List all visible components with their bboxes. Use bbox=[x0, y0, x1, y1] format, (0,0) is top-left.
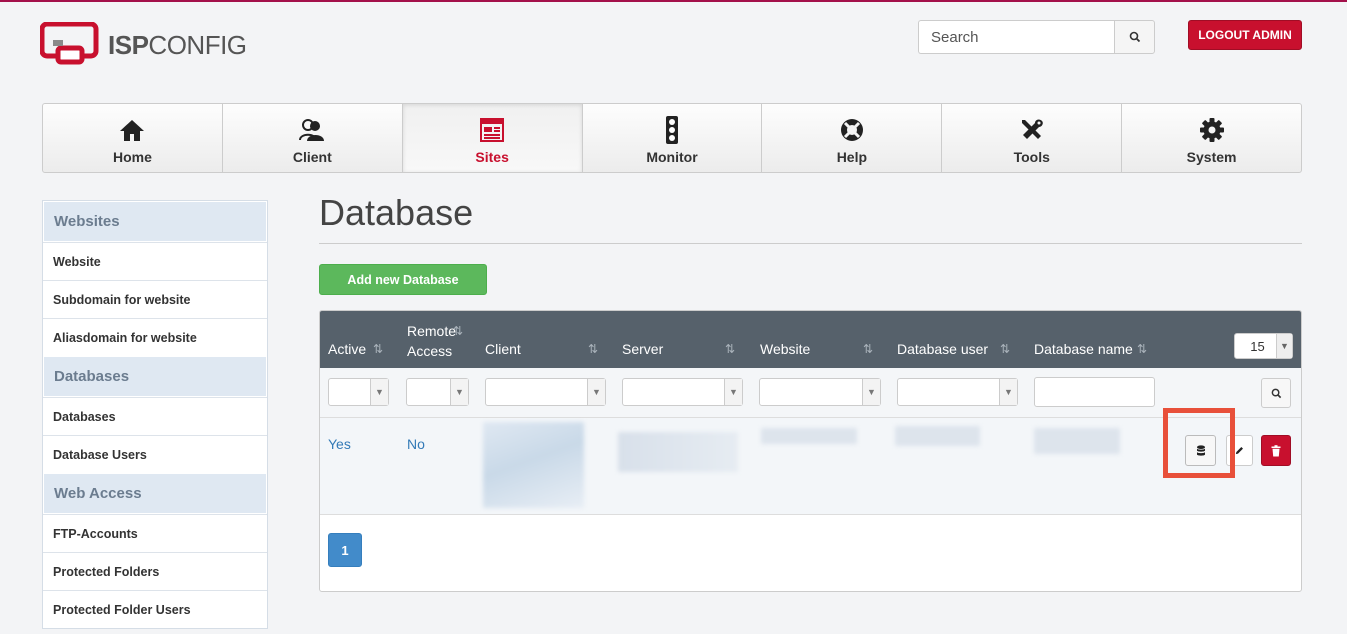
search-bar bbox=[918, 20, 1155, 54]
column-website[interactable]: Website ⇅ bbox=[760, 341, 873, 357]
nav-monitor[interactable]: Monitor bbox=[583, 104, 763, 172]
sidebar-item-protected-folders[interactable]: Protected Folders bbox=[43, 552, 267, 590]
chevron-down-icon: ▼ bbox=[370, 379, 388, 405]
nav-home[interactable]: Home bbox=[43, 104, 223, 172]
redacted-website bbox=[761, 428, 857, 444]
column-server[interactable]: Server ⇅ bbox=[622, 341, 735, 357]
nav-label: Help bbox=[836, 149, 868, 165]
sort-icon: ⇅ bbox=[725, 342, 736, 356]
sidebar-item-subdomain[interactable]: Subdomain for website bbox=[43, 280, 267, 318]
filter-client-select[interactable]: ▼ bbox=[485, 378, 606, 406]
home-icon bbox=[120, 120, 145, 141]
per-page-select[interactable]: 15 ▼ bbox=[1234, 333, 1293, 359]
search-icon bbox=[1271, 388, 1281, 398]
filter-database-user-select[interactable]: ▼ bbox=[897, 378, 1018, 406]
sidebar-header-web-access: Web Access bbox=[43, 473, 267, 514]
table-header: Active ⇅ Remote Access ⇅ Client ⇅ Server… bbox=[320, 311, 1301, 368]
nav-label: Home bbox=[112, 149, 152, 165]
divider bbox=[319, 243, 1302, 244]
sort-icon: ⇅ bbox=[453, 324, 464, 338]
redacted-client bbox=[483, 422, 584, 508]
traffic-light-icon bbox=[666, 116, 678, 144]
column-remote-access[interactable]: Remote Access ⇅ bbox=[407, 321, 463, 361]
logo[interactable]: ISPCONFIG bbox=[40, 22, 247, 68]
chevron-down-icon: ▼ bbox=[450, 379, 468, 405]
sort-icon: ⇅ bbox=[588, 342, 599, 356]
sort-icon: ⇅ bbox=[373, 342, 384, 356]
column-client[interactable]: Client ⇅ bbox=[485, 341, 598, 357]
filter-database-name-input[interactable] bbox=[1034, 377, 1155, 407]
sidebar-item-ftp-accounts[interactable]: FTP-Accounts bbox=[43, 514, 267, 552]
filter-active-select[interactable]: ▼ bbox=[328, 378, 389, 406]
nav-client[interactable]: Client bbox=[223, 104, 403, 172]
add-database-button[interactable]: Add new Database bbox=[319, 264, 487, 295]
sort-icon: ⇅ bbox=[1000, 342, 1011, 356]
search-button[interactable] bbox=[1114, 20, 1155, 54]
logout-button[interactable]: LOGOUT ADMIN bbox=[1188, 20, 1302, 50]
sidebar-item-aliasdomain[interactable]: Aliasdomain for website bbox=[43, 318, 267, 356]
nav-sites[interactable]: Sites bbox=[402, 104, 583, 172]
sidebar-item-databases[interactable]: Databases bbox=[43, 397, 267, 435]
sidebar-item-database-users[interactable]: Database Users bbox=[43, 435, 267, 473]
database-table: Active ⇅ Remote Access ⇅ Client ⇅ Server… bbox=[319, 310, 1302, 592]
redacted-database-name bbox=[1034, 428, 1120, 454]
column-database-name[interactable]: Database name ⇅ bbox=[1034, 341, 1147, 357]
nav-label: System bbox=[1186, 149, 1237, 165]
sort-icon: ⇅ bbox=[863, 342, 874, 356]
redacted-server bbox=[618, 432, 738, 472]
pagination-page-1[interactable]: 1 bbox=[328, 533, 362, 567]
delete-button[interactable] bbox=[1261, 435, 1291, 466]
table-row: Yes No bbox=[320, 418, 1301, 515]
filter-server-select[interactable]: ▼ bbox=[622, 378, 743, 406]
column-database-user[interactable]: Database user ⇅ bbox=[897, 341, 1010, 357]
cell-active[interactable]: Yes bbox=[328, 436, 351, 452]
search-icon bbox=[1129, 31, 1140, 43]
filter-row: ▼ ▼ ▼ ▼ ▼ ▼ bbox=[320, 368, 1301, 418]
nav-label: Client bbox=[292, 149, 332, 165]
highlight-box bbox=[1163, 408, 1235, 478]
tools-icon bbox=[1021, 119, 1043, 139]
pencil-icon bbox=[1235, 447, 1243, 455]
sites-icon bbox=[480, 118, 505, 142]
nav-system[interactable]: System bbox=[1122, 104, 1301, 172]
sidebar-item-protected-folder-users[interactable]: Protected Folder Users bbox=[43, 590, 267, 628]
chevron-down-icon: ▼ bbox=[587, 379, 605, 405]
gear-icon bbox=[1199, 118, 1224, 142]
redacted-database-user bbox=[895, 426, 980, 446]
column-active[interactable]: Active ⇅ bbox=[328, 341, 383, 357]
chevron-down-icon: ▼ bbox=[1276, 334, 1292, 358]
sidebar-header-databases: Databases bbox=[43, 356, 267, 397]
page-title: Database bbox=[319, 192, 474, 233]
filter-search-button[interactable] bbox=[1261, 378, 1291, 408]
trash-icon bbox=[1271, 444, 1281, 456]
nav-help[interactable]: Help bbox=[762, 104, 943, 172]
chevron-down-icon: ▼ bbox=[724, 379, 742, 405]
main-nav: Home Client Sites Monitor Help Tools Sys… bbox=[42, 103, 1302, 173]
sidebar-header-websites: Websites bbox=[43, 201, 267, 242]
nav-label: Tools bbox=[1013, 149, 1050, 165]
chevron-down-icon: ▼ bbox=[862, 379, 880, 405]
cell-remote-access[interactable]: No bbox=[407, 436, 425, 452]
sort-icon: ⇅ bbox=[1137, 342, 1148, 356]
users-icon bbox=[299, 119, 325, 141]
logo-text: ISPCONFIG bbox=[108, 29, 247, 60]
lifebuoy-icon bbox=[840, 119, 863, 141]
chevron-down-icon: ▼ bbox=[999, 379, 1017, 405]
nav-tools[interactable]: Tools bbox=[942, 104, 1123, 172]
logo-mark bbox=[40, 22, 99, 65]
sidebar-item-website[interactable]: Website bbox=[43, 242, 267, 280]
filter-website-select[interactable]: ▼ bbox=[759, 378, 881, 406]
nav-label: Monitor bbox=[646, 149, 698, 165]
nav-label: Sites bbox=[475, 149, 509, 165]
filter-remote-access-select[interactable]: ▼ bbox=[406, 378, 469, 406]
search-input[interactable] bbox=[918, 20, 1114, 54]
sidebar: Websites Website Subdomain for website A… bbox=[42, 200, 268, 629]
